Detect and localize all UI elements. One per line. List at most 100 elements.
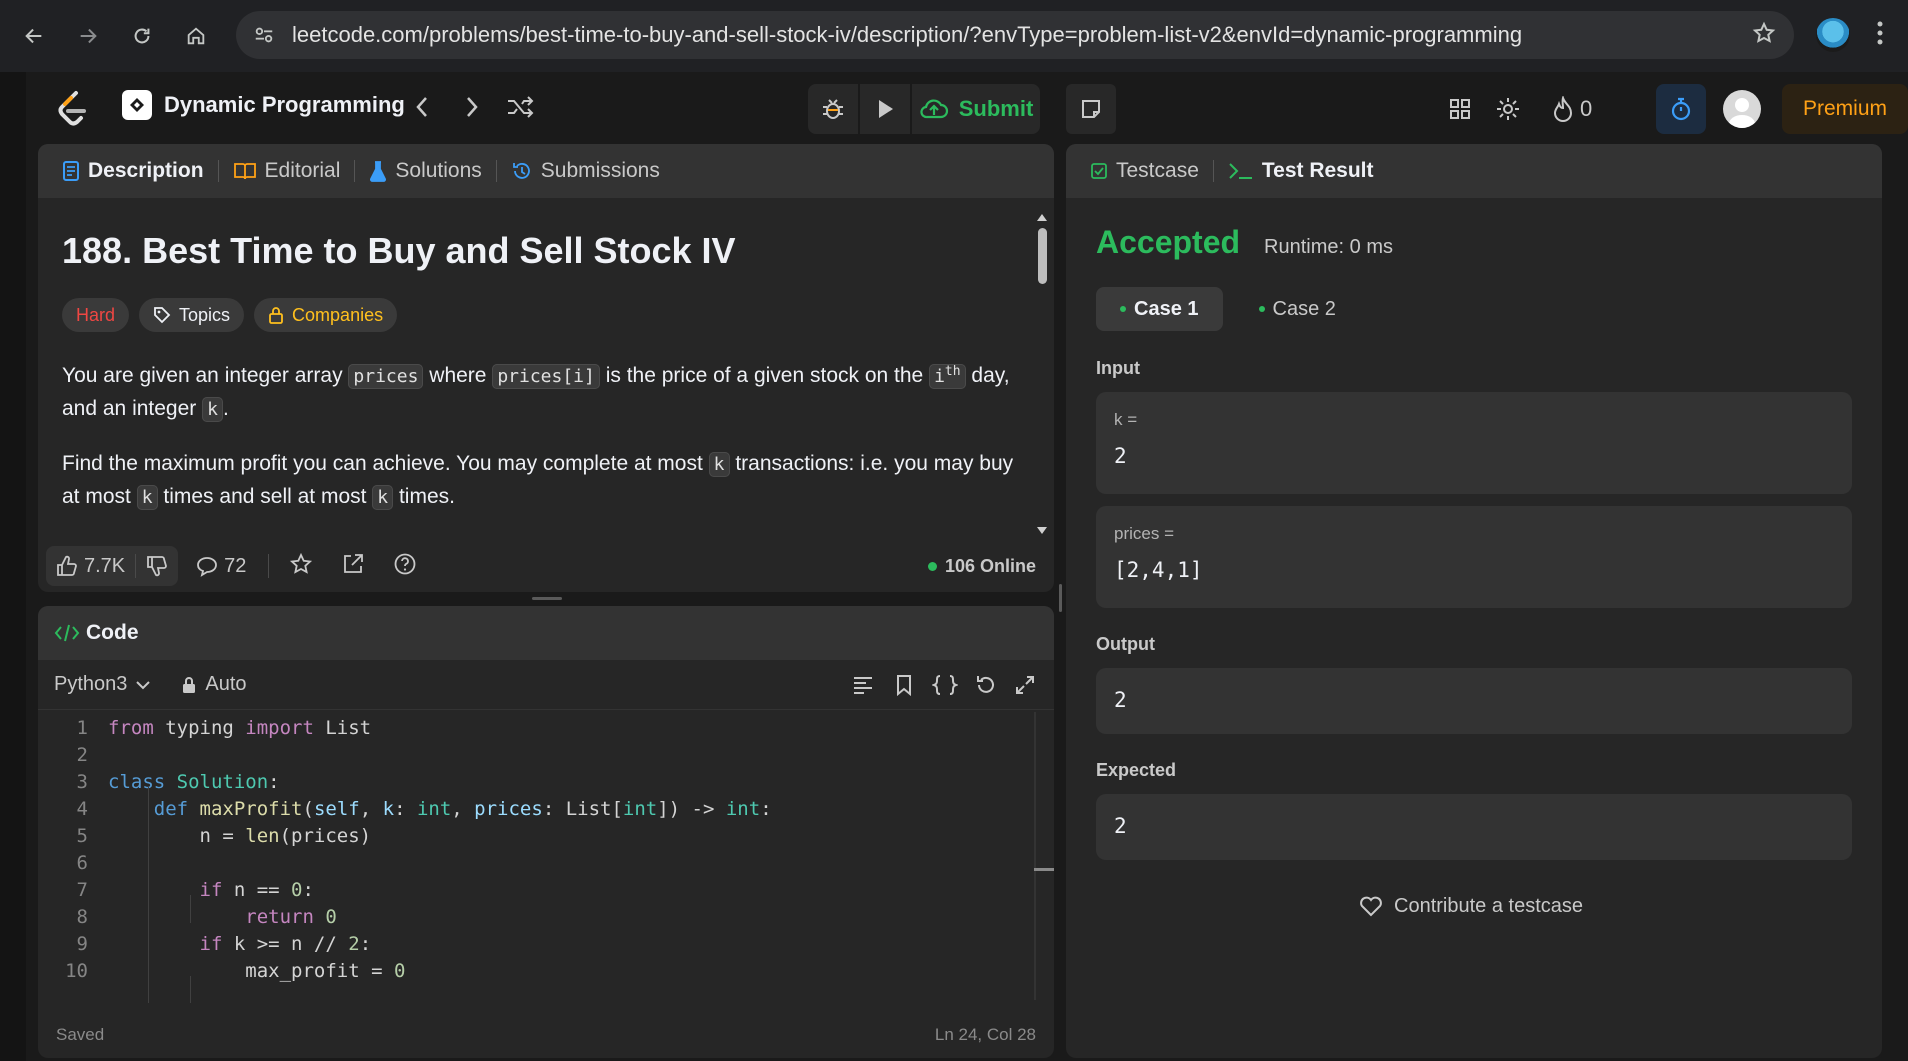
premium-button[interactable]: Premium: [1782, 84, 1908, 134]
code-editor[interactable]: 1 from typing import List 2 3 class Soluti…: [38, 714, 1038, 984]
inline-code: k: [708, 452, 730, 477]
scroll-up-icon[interactable]: [1034, 210, 1050, 224]
code-panel: Code Python3 Auto 1 from typing import L…: [38, 606, 1054, 1058]
tab-testcase[interactable]: Testcase: [1084, 159, 1205, 183]
text: transactions: i.e. you may buy: [729, 452, 1014, 475]
layout-grid-icon[interactable]: [1438, 86, 1482, 132]
back-arrow-icon[interactable]: [12, 14, 56, 58]
reload-icon[interactable]: [120, 14, 164, 58]
language-selector[interactable]: Python3: [54, 673, 151, 696]
description-footer: 7.7K 72 106 Online: [38, 540, 1054, 592]
code-line: 2: [38, 741, 1038, 768]
bookmark-icon[interactable]: [894, 674, 914, 701]
bookmark-star-icon[interactable]: [1752, 21, 1776, 52]
text: and an integer: [62, 397, 203, 420]
like-button[interactable]: 7.7K: [46, 546, 135, 586]
study-plan-title[interactable]: Dynamic Programming: [164, 92, 405, 118]
problem-title[interactable]: 188. Best Time to Buy and Sell Stock IV: [62, 230, 1034, 272]
browser-toolbar: leetcode.com/problems/best-time-to-buy-a…: [0, 0, 1908, 72]
address-bar[interactable]: leetcode.com/problems/best-time-to-buy-a…: [236, 11, 1794, 59]
tab-editorial[interactable]: Editorial: [227, 159, 347, 183]
auto-mode-label: Auto: [205, 673, 247, 695]
input-k-name: k =: [1114, 410, 1138, 429]
format-code-icon[interactable]: [852, 674, 874, 701]
superscript: th: [944, 364, 961, 379]
settings-gear-icon[interactable]: [1486, 86, 1530, 132]
notes-button[interactable]: [1066, 84, 1116, 134]
browser-profile-avatar[interactable]: [1816, 18, 1850, 52]
result-status-row: Accepted Runtime: 0 ms: [1096, 224, 1393, 261]
code-toolbar: Python3 Auto: [38, 660, 1054, 710]
debug-button[interactable]: [808, 84, 858, 134]
site-settings-icon[interactable]: [244, 15, 284, 55]
run-button[interactable]: [860, 84, 910, 134]
flask-icon: [370, 161, 387, 182]
stopwatch-icon: [1671, 97, 1691, 121]
code-line: 1 from typing import List: [38, 714, 1038, 741]
code-line: 5 n = len (prices): [38, 822, 1038, 849]
vertical-resize-handle[interactable]: [532, 597, 562, 600]
divider: [268, 554, 270, 578]
companies-label: Companies: [292, 304, 384, 325]
case-tab-2[interactable]: Case 2: [1243, 287, 1352, 331]
comments-button[interactable]: 72: [196, 555, 246, 578]
note-icon: [1082, 100, 1100, 118]
tab-test-result-label: Test Result: [1261, 159, 1374, 182]
top-navigation: Dynamic Programming Submit 0 Premium: [26, 72, 1908, 144]
tab-submissions[interactable]: Submissions: [505, 159, 666, 183]
case-tab-1[interactable]: Case 1: [1096, 287, 1223, 331]
next-problem-chevron-icon[interactable]: [462, 94, 482, 127]
output-box: 2: [1096, 668, 1852, 734]
favorite-star-icon[interactable]: [289, 552, 313, 581]
contribute-testcase-button[interactable]: Contribute a testcase: [1358, 894, 1583, 918]
topics-tag[interactable]: Topics: [139, 298, 245, 332]
reset-code-icon[interactable]: [974, 674, 996, 701]
online-dot-icon: [927, 561, 937, 571]
description-scrollbar[interactable]: [1034, 206, 1050, 536]
timer-button[interactable]: [1656, 84, 1706, 134]
description-panel: Description Editorial Solutions Submissi…: [38, 144, 1054, 592]
braces-icon[interactable]: [930, 674, 960, 701]
tab-editorial-label: Editorial: [264, 159, 341, 182]
tab-test-result[interactable]: Test Result: [1222, 159, 1380, 183]
tab-solutions[interactable]: Solutions: [363, 159, 487, 183]
home-icon[interactable]: [174, 14, 218, 58]
expand-icon[interactable]: [1014, 674, 1036, 701]
indent-guide: [190, 976, 191, 1003]
expected-value: 2: [1114, 814, 1127, 838]
description-scroll-thumb[interactable]: [1038, 228, 1047, 284]
tab-divider: [354, 160, 356, 182]
case-tabs: Case 1 Case 2: [1096, 287, 1352, 331]
tab-divider: [495, 160, 497, 182]
study-plan-link[interactable]: Dynamic Programming: [122, 90, 405, 120]
text: day,: [965, 364, 1010, 387]
result-panel: Testcase Test Result Accepted Runtime: 0…: [1066, 144, 1882, 1058]
dislike-button[interactable]: [136, 546, 178, 586]
browser-menu-icon[interactable]: [1876, 20, 1884, 53]
inline-code: prices: [348, 364, 424, 389]
editor-scrollbar[interactable]: [1034, 712, 1036, 1000]
help-question-icon[interactable]: [393, 552, 417, 581]
auto-mode-toggle[interactable]: Auto: [181, 673, 247, 696]
book-icon: [233, 163, 256, 180]
horizontal-resize-handle[interactable]: [1059, 584, 1062, 612]
cursor-position: Ln 24, Col 28: [934, 1025, 1036, 1044]
result-status: Accepted: [1096, 224, 1241, 260]
leetcode-logo-icon[interactable]: [56, 90, 90, 128]
companies-tag[interactable]: Companies: [254, 298, 398, 332]
tab-divider: [217, 160, 219, 182]
shuffle-icon[interactable]: [506, 94, 534, 127]
prev-problem-chevron-icon[interactable]: [412, 94, 432, 127]
input-prices-name: prices =: [1114, 524, 1174, 543]
forward-arrow-icon[interactable]: [66, 14, 110, 58]
tab-description[interactable]: Description: [56, 159, 210, 183]
code-line: 3 class Solution:: [38, 768, 1038, 795]
user-avatar[interactable]: [1723, 90, 1761, 128]
streak-counter[interactable]: 0: [1552, 86, 1592, 132]
submit-button[interactable]: Submit: [912, 84, 1040, 134]
scroll-down-icon[interactable]: [1034, 524, 1050, 538]
line-number: 4: [76, 797, 88, 820]
url-text[interactable]: leetcode.com/problems/best-time-to-buy-a…: [292, 22, 1522, 48]
share-icon[interactable]: [341, 552, 365, 581]
line-number: 2: [76, 743, 88, 766]
